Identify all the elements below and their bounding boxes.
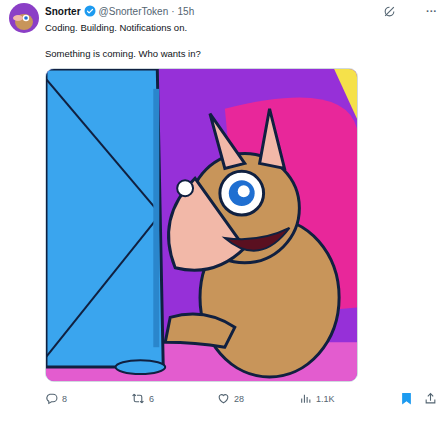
action-count: 6: [149, 394, 154, 404]
like-button[interactable]: 28: [217, 392, 299, 405]
author-name[interactable]: Snorter: [45, 6, 81, 17]
tweet-body: Snorter @SnorterToken · 15h ··· Coding. …: [45, 3, 437, 405]
separator: ·: [171, 6, 174, 17]
action-bar: 8 6 28 1.1K: [45, 392, 437, 405]
repost-icon: [131, 392, 145, 405]
more-button[interactable]: ···: [426, 5, 437, 17]
action-count: 8: [62, 394, 67, 404]
repost-button[interactable]: 6: [131, 392, 217, 405]
views-icon: [299, 392, 312, 405]
action-count: 28: [234, 394, 244, 404]
post-image[interactable]: [45, 68, 358, 382]
author-handle[interactable]: @SnorterToken: [99, 6, 169, 17]
tweet-header: Snorter @SnorterToken · 15h ···: [45, 3, 437, 19]
header-tools: ···: [383, 5, 437, 18]
post-time[interactable]: 15h: [178, 6, 195, 17]
author-bio: Coding. Building. Notifications on.: [45, 22, 437, 33]
reply-icon: [45, 392, 58, 405]
tool-group: [400, 392, 437, 405]
bookmark-icon[interactable]: [400, 392, 413, 405]
views-button[interactable]: 1.1K: [299, 392, 385, 405]
tweet: Snorter @SnorterToken · 15h ··· Coding. …: [0, 0, 447, 405]
avatar-icon[interactable]: [9, 3, 39, 33]
share-icon[interactable]: [424, 392, 437, 405]
post-text: Something is coming. Who wants in?: [45, 48, 437, 59]
action-count: 1.1K: [316, 394, 335, 404]
heart-icon: [217, 392, 230, 405]
grok-icon[interactable]: [383, 5, 396, 18]
verified-badge-icon: [84, 5, 96, 17]
reply-button[interactable]: 8: [45, 392, 131, 405]
